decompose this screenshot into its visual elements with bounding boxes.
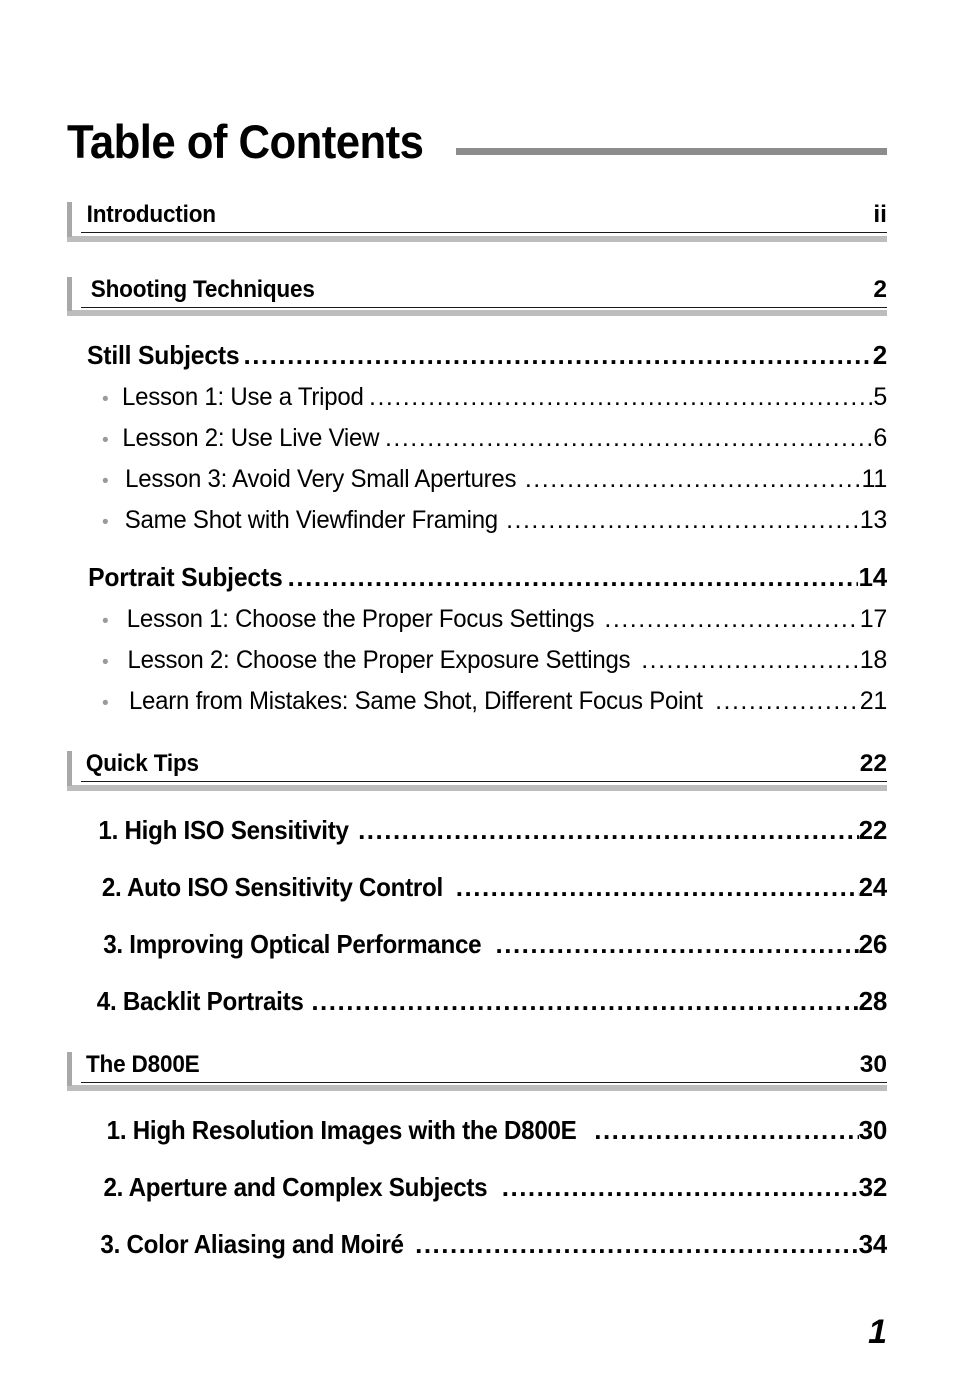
toc-section-header-row: Shooting Techniques 2: [81, 276, 887, 308]
toc-entry-page-number: 17: [859, 605, 887, 633]
bullet-icon: •: [102, 471, 109, 492]
title-rule: [456, 148, 887, 155]
toc-entry-page-number: 13: [859, 506, 887, 534]
toc-entry[interactable]: • Lesson 2: Use Live View................…: [102, 424, 887, 453]
toc-entry-page-number: 34: [858, 1229, 887, 1259]
toc-body: Introduction ii Shooting Techniques 2 Still …: [67, 201, 887, 1260]
toc-entry[interactable]: • Lesson 1: Use a Tripod.................…: [102, 383, 887, 412]
toc-entry-label: 2. Aperture and Complex Subjects: [103, 1172, 488, 1202]
toc-entry-page-number: 24: [858, 871, 887, 902]
toc-entry[interactable]: 4. Backlit Portraits....................…: [89, 986, 887, 1017]
bullet-icon: •: [102, 693, 109, 714]
toc-entry-page-number: 5: [873, 383, 887, 411]
toc-entry[interactable]: 3. Color Aliasing and Moiré.............…: [89, 1229, 887, 1260]
leader-dots: ........................................…: [506, 506, 860, 534]
toc-entry-label: Lesson 3: Avoid Very Small Apertures: [125, 465, 517, 493]
leader-dots: ........................................…: [358, 814, 859, 845]
toc-entry[interactable]: Portrait Subjects.......................…: [83, 562, 887, 593]
toc-entry-page-number: 30: [858, 1115, 887, 1145]
toc-entry[interactable]: • Lesson 2: Choose the Proper Exposure Se…: [102, 646, 887, 675]
section-header-underbar: [67, 1085, 887, 1091]
toc-entry-page-number: 6: [873, 424, 887, 452]
leader-dots: ........................................…: [311, 985, 858, 1016]
toc-entry[interactable]: 2. Aperture and Complex Subjects........…: [89, 1172, 887, 1203]
toc-section-header-row: The D800E 30: [81, 1051, 887, 1083]
bullet-icon: •: [102, 652, 109, 673]
toc-entry-page-number: 11: [861, 465, 887, 493]
toc-entry[interactable]: 1. High Resolution Images with the D800E…: [89, 1115, 887, 1146]
toc-section-title: Quick Tips: [85, 750, 199, 777]
leader-dots: ........................................…: [641, 646, 860, 674]
toc-section-header[interactable]: The D800E 30: [67, 1051, 887, 1091]
toc-entry-page-number: 32: [858, 1172, 887, 1202]
leader-dots: ........................................…: [501, 1172, 859, 1202]
toc-entry-label: Learn from Mistakes: Same Shot, Differen…: [129, 687, 704, 715]
toc-entry[interactable]: • Same Shot with Viewfinder Framing......…: [102, 506, 887, 535]
toc-section-title: The D800E: [85, 1050, 200, 1078]
toc-entry-label: 1. High Resolution Images with the D800E: [106, 1115, 577, 1145]
toc-entry-page-number: 26: [858, 928, 887, 959]
section-header-underbar: [67, 310, 887, 316]
leader-dots: ........................................…: [384, 424, 874, 452]
leader-dots: ........................................…: [455, 871, 859, 902]
toc-entry-label: Lesson 2: Choose the Proper Exposure Set…: [127, 646, 631, 674]
toc-entry-page-number: 21: [859, 687, 887, 715]
toc-section-page-number: ii: [873, 201, 887, 228]
section-header-underbar: [67, 235, 887, 242]
toc-section-header[interactable]: Introduction ii: [67, 201, 887, 242]
bullet-icon: •: [102, 389, 109, 410]
toc-entry-label: 3. Color Aliasing and Moiré: [100, 1229, 404, 1259]
toc-page: Table of Contents Introduction ii Shooting…: [0, 0, 954, 1388]
toc-entry-label: Same Shot with Viewfinder Framing: [125, 506, 499, 534]
toc-entry-label: 1. High ISO Sensitivity: [98, 814, 349, 845]
toc-entry[interactable]: • Lesson 3: Avoid Very Small Apertures...…: [102, 465, 887, 494]
toc-entry-page-number: 2: [872, 340, 887, 370]
bullet-icon: •: [102, 512, 109, 533]
toc-section-title: Introduction: [86, 201, 216, 228]
toc-entry-label: 2. Auto ISO Sensitivity Control: [101, 871, 443, 902]
toc-entry-label: Lesson 2: Use Live View: [122, 424, 380, 452]
toc-section-page-number: 30: [859, 1050, 887, 1078]
toc-section-header[interactable]: Quick Tips 22: [67, 750, 887, 791]
toc-entry-page-number: 18: [859, 646, 887, 674]
toc-entry-page-number: 14: [858, 562, 887, 592]
toc-section-header-row: Quick Tips 22: [81, 750, 887, 782]
toc-section-header-row: Introduction ii: [81, 201, 887, 233]
leader-dots: ........................................…: [287, 562, 859, 592]
page-title-row: Table of Contents: [67, 105, 887, 167]
toc-entry[interactable]: 2. Auto ISO Sensitivity Control.........…: [89, 872, 887, 903]
toc-section-page-number: 2: [873, 275, 887, 303]
section-header-underbar: [67, 784, 887, 791]
bullet-icon: •: [102, 430, 109, 451]
leader-dots: ........................................…: [369, 383, 873, 411]
leader-dots: ........................................…: [495, 928, 859, 959]
toc-entry[interactable]: Still Subjects..........................…: [83, 340, 887, 371]
leader-dots: ........................................…: [604, 605, 859, 633]
toc-entry[interactable]: 3. Improving Optical Performance........…: [89, 929, 887, 960]
page-number-folio: 1: [868, 1313, 887, 1351]
toc-section-page-number: 22: [859, 750, 887, 777]
leader-dots: ........................................…: [243, 340, 873, 370]
toc-entry-label: 3. Improving Optical Performance: [103, 928, 482, 959]
toc-entry[interactable]: • Learn from Mistakes: Same Shot, Differe…: [102, 687, 887, 716]
toc-entry[interactable]: 1. High ISO Sensitivity.................…: [89, 815, 887, 846]
toc-entry-label: Still Subjects: [87, 340, 240, 370]
leader-dots: ........................................…: [524, 465, 862, 493]
leader-dots: ........................................…: [415, 1229, 859, 1259]
toc-entry-page-number: 28: [858, 985, 887, 1016]
toc-section-header[interactable]: Shooting Techniques 2: [67, 276, 887, 316]
toc-entry-label: Lesson 1: Use a Tripod: [122, 383, 364, 411]
toc-entry-label: 4. Backlit Portraits: [96, 985, 304, 1016]
toc-entry[interactable]: • Lesson 1: Choose the Proper Focus Setti…: [102, 605, 887, 634]
toc-entry-label: Lesson 1: Choose the Proper Focus Settin…: [127, 605, 595, 633]
bullet-icon: •: [102, 611, 109, 632]
page-title: Table of Contents: [67, 115, 424, 168]
toc-entry-page-number: 22: [858, 814, 887, 845]
leader-dots: ........................................…: [594, 1115, 858, 1145]
toc-section-title: Shooting Techniques: [90, 275, 315, 303]
toc-entry-label: Portrait Subjects: [88, 562, 283, 592]
leader-dots: ........................................…: [715, 687, 860, 715]
